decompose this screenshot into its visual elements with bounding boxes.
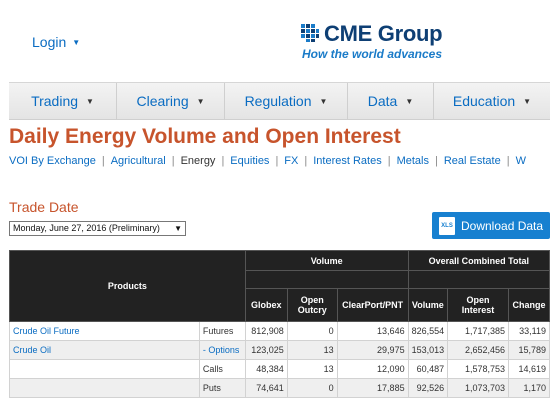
subnav-fx[interactable]: FX	[284, 155, 298, 167]
product-type: Calls	[198, 359, 246, 379]
change-cell: 15,789	[507, 340, 550, 360]
subnav-agricultural[interactable]: Agricultural	[111, 155, 166, 167]
logo-tagline: How the world advances	[302, 47, 443, 61]
clearport-cell: 17,885	[336, 378, 409, 398]
open-outcry-cell: 13	[286, 359, 338, 379]
nav-trading[interactable]: Trading ▼	[9, 83, 117, 119]
change-cell: 14,619	[507, 359, 550, 379]
caret-down-icon: ▼	[523, 96, 532, 106]
subnav-weather-truncated[interactable]: W	[516, 155, 526, 167]
open-interest-cell: 2,652,456	[447, 340, 509, 360]
product-name-link[interactable]: Crude Oil Future	[9, 321, 200, 341]
page-title: Daily Energy Volume and Open Interest	[9, 125, 401, 148]
clearport-cell: 29,975	[336, 340, 409, 360]
download-label: Download Data	[461, 218, 544, 233]
product-type: Puts	[198, 378, 246, 398]
subnav-equities[interactable]: Equities	[230, 155, 269, 167]
clearport-cell: 13,646	[336, 321, 409, 341]
caret-down-icon: ▼	[405, 96, 414, 106]
nav-label: Clearing	[136, 93, 189, 109]
table-row: Calls 48,384 13 12,090 60,487 1,578,753 …	[9, 359, 550, 379]
col-open-outcry: Open Outcry	[286, 288, 338, 322]
col-globex: Globex	[244, 288, 288, 322]
header-spacer	[244, 270, 409, 289]
login-menu[interactable]: Login ▼	[32, 34, 80, 50]
open-outcry-cell: 13	[286, 340, 338, 360]
subnav-voi-by-exchange[interactable]: VOI By Exchange	[9, 155, 96, 167]
caret-down-icon: ▼	[72, 38, 81, 47]
caret-down-icon: ▼	[196, 96, 205, 106]
subnav-energy-active: Energy	[180, 155, 216, 167]
overall-total-header: Overall Combined Total	[407, 250, 550, 271]
separator: |	[304, 155, 308, 167]
separator: |	[434, 155, 438, 167]
separator: |	[171, 155, 175, 167]
asset-class-subnav: VOI By Exchange | Agricultural | Energy | Equi…	[9, 155, 526, 167]
nav-label: Trading	[31, 93, 79, 109]
open-interest-cell: 1,717,385	[447, 321, 509, 341]
volume-cell: 826,554	[407, 321, 449, 341]
product-name-empty	[9, 359, 200, 379]
nav-data[interactable]: Data ▼	[348, 83, 434, 119]
login-label: Login	[32, 34, 67, 50]
volume-oi-table: Products Volume Overall Combined Total G…	[9, 250, 550, 398]
globex-cell: 74,641	[244, 378, 288, 398]
col-change: Change	[507, 288, 550, 322]
subnav-metals[interactable]: Metals	[397, 155, 429, 167]
subnav-interest-rates[interactable]: Interest Rates	[313, 155, 381, 167]
download-data-button[interactable]: XLS Download Data	[432, 212, 550, 239]
header-spacer	[407, 270, 550, 289]
product-name-empty	[9, 378, 200, 398]
products-header: Products	[9, 250, 246, 322]
open-outcry-cell: 0	[286, 321, 338, 341]
col-open-interest: Open Interest	[447, 288, 509, 322]
table-row: Puts 74,641 0 17,885 92,526 1,073,703 1,…	[9, 378, 550, 398]
col-volume: Volume	[407, 288, 449, 322]
col-clearport: ClearPort/PNT	[336, 288, 409, 322]
open-interest-cell: 1,073,703	[447, 378, 509, 398]
clearport-cell: 12,090	[336, 359, 409, 379]
open-outcry-cell: 0	[286, 378, 338, 398]
separator: |	[275, 155, 279, 167]
main-nav: Trading ▼ Clearing ▼ Regulation ▼ Data ▼ Edu…	[9, 82, 550, 120]
open-interest-cell: 1,578,753	[447, 359, 509, 379]
trade-date-label: Trade Date	[9, 199, 79, 215]
product-name-link[interactable]: Crude Oil	[9, 340, 200, 360]
nav-label: Data	[367, 93, 398, 109]
globex-cell: 812,908	[244, 321, 288, 341]
product-type: Futures	[198, 321, 246, 341]
volume-group-header: Volume	[244, 250, 409, 271]
globex-cell: 48,384	[244, 359, 288, 379]
volume-cell: 60,487	[407, 359, 449, 379]
nav-label: Regulation	[244, 93, 312, 109]
change-cell: 33,119	[507, 321, 550, 341]
cme-group-logo[interactable]: CME Group How the world advances	[298, 21, 458, 64]
table-row: Crude Oil - Options 123,025 13 29,975 15…	[9, 340, 550, 360]
change-cell: 1,170	[507, 378, 550, 398]
dropdown-arrow-icon: ▼	[174, 224, 182, 233]
volume-cell: 153,013	[407, 340, 449, 360]
nav-label: Education	[452, 93, 516, 109]
separator: |	[506, 155, 510, 167]
table-row: Crude Oil Future Futures 812,908 0 13,64…	[9, 321, 550, 341]
nav-clearing[interactable]: Clearing ▼	[117, 83, 225, 119]
subnav-real-estate[interactable]: Real Estate	[444, 155, 501, 167]
trade-date-select[interactable]: Monday, June 27, 2016 (Preliminary) ▼	[9, 221, 186, 236]
separator: |	[221, 155, 225, 167]
separator: |	[101, 155, 105, 167]
volume-cell: 92,526	[407, 378, 449, 398]
caret-down-icon: ▼	[319, 96, 328, 106]
separator: |	[387, 155, 391, 167]
nav-regulation[interactable]: Regulation ▼	[225, 83, 348, 119]
xls-file-icon: XLS	[439, 216, 455, 235]
nav-education[interactable]: Education ▼	[434, 83, 550, 119]
trade-date-value: Monday, June 27, 2016 (Preliminary)	[13, 223, 160, 233]
globe-logo-icon	[301, 24, 319, 42]
globex-cell: 123,025	[244, 340, 288, 360]
caret-down-icon: ▼	[86, 96, 94, 106]
options-toggle-link[interactable]: - Options	[198, 340, 246, 360]
logo-wordmark: CME Group	[324, 21, 443, 46]
